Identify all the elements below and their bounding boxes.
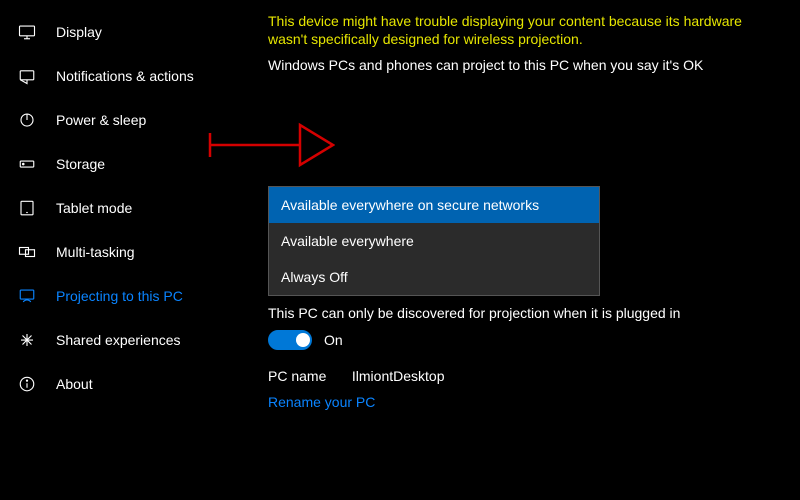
multitasking-icon	[18, 243, 36, 261]
projection-options-list: Available everywhere on secure networks …	[268, 186, 600, 296]
sidebar-item-label: Multi-tasking	[56, 244, 135, 260]
sidebar-item-label: Projecting to this PC	[56, 288, 183, 304]
sidebar-item-tablet-mode[interactable]: Tablet mode	[0, 186, 260, 230]
sidebar-item-label: Power & sleep	[56, 112, 146, 128]
rename-pc-link[interactable]: Rename your PC	[268, 394, 780, 410]
option-secure-networks[interactable]: Available everywhere on secure networks	[269, 187, 599, 223]
pc-name-row: PC name IlmiontDesktop	[268, 368, 780, 384]
notifications-icon	[18, 67, 36, 85]
about-icon	[18, 375, 36, 393]
projection-permission-label: Windows PCs and phones can project to th…	[268, 56, 780, 74]
tablet-icon	[18, 199, 36, 217]
sidebar-item-label: About	[56, 376, 93, 392]
sidebar: Display Notifications & actions Power & …	[0, 0, 260, 500]
display-icon	[18, 23, 36, 41]
sidebar-item-label: Notifications & actions	[56, 68, 194, 84]
projecting-icon	[18, 287, 36, 305]
sidebar-item-label: Tablet mode	[56, 200, 132, 216]
discovery-toggle[interactable]	[268, 330, 312, 350]
sidebar-item-label: Storage	[56, 156, 105, 172]
sidebar-item-storage[interactable]: Storage	[0, 142, 260, 186]
hardware-warning: This device might have trouble displayin…	[268, 12, 780, 48]
sidebar-item-about[interactable]: About	[0, 362, 260, 406]
sidebar-item-notifications[interactable]: Notifications & actions	[0, 54, 260, 98]
power-icon	[18, 111, 36, 129]
sidebar-item-display[interactable]: Display	[0, 10, 260, 54]
projection-permission-dropdown[interactable]: First time only Available everywhere on …	[268, 186, 598, 218]
option-everywhere[interactable]: Available everywhere	[269, 223, 599, 259]
sidebar-item-shared[interactable]: Shared experiences	[0, 318, 260, 362]
sidebar-item-multitasking[interactable]: Multi-tasking	[0, 230, 260, 274]
discovery-state: On	[324, 332, 343, 348]
shared-icon	[18, 331, 36, 349]
sidebar-item-label: Display	[56, 24, 102, 40]
sidebar-item-projecting[interactable]: Projecting to this PC	[0, 274, 260, 318]
option-always-off[interactable]: Always Off	[269, 259, 599, 295]
storage-icon	[18, 155, 36, 173]
sidebar-item-label: Shared experiences	[56, 332, 181, 348]
pc-name-label: PC name	[268, 368, 348, 384]
pc-name-value: IlmiontDesktop	[352, 368, 445, 384]
sidebar-item-power[interactable]: Power & sleep	[0, 98, 260, 142]
discovery-label: This PC can only be discovered for proje…	[268, 304, 780, 322]
main-content: This device might have trouble displayin…	[260, 0, 800, 500]
